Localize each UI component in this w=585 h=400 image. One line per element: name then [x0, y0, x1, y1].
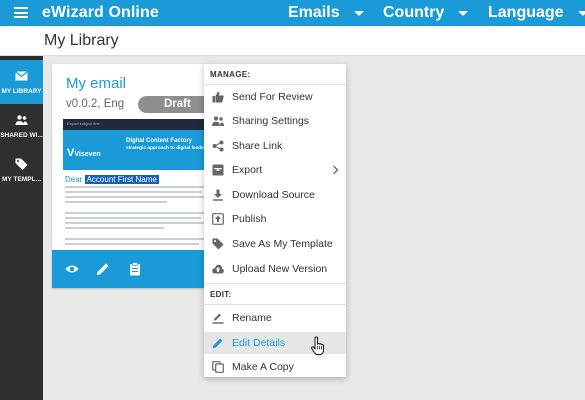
hand-cursor-icon [311, 336, 324, 355]
download-icon [213, 189, 223, 201]
preview-top-strip: Export subject line [63, 119, 213, 130]
menu-item-sharing-settings[interactable]: Sharing Settings [204, 110, 346, 132]
app-title: eWizard Online [42, 4, 159, 21]
language-dropdown-label: Language [488, 4, 564, 21]
menu-item-upload-new-version[interactable]: Upload New Version [204, 258, 346, 280]
divider [204, 84, 346, 85]
preview-placeholder: Account First Name [84, 175, 159, 184]
people-icon [15, 115, 28, 125]
preview-greeting: Dear Account First Name [65, 175, 159, 184]
preview-subject-line: Export subject line [67, 121, 100, 126]
caret-down-icon [353, 10, 364, 16]
edit-section-header: EDIT: [210, 290, 232, 299]
tag-icon [212, 238, 224, 250]
hamburger-menu-icon[interactable] [14, 7, 28, 18]
caret-down-icon [577, 10, 585, 16]
tag-icon [15, 158, 28, 170]
email-name[interactable]: My email [66, 75, 126, 92]
card-actions [52, 250, 220, 288]
page-title: My Library [44, 32, 119, 49]
preview-logo: VViseven [67, 147, 101, 159]
top-bar: eWizard Online Emails Country Language [0, 0, 585, 26]
context-menu: MANAGE: Send For Review Sharing Settings… [204, 64, 346, 377]
country-dropdown[interactable]: Country [383, 4, 469, 22]
menu-item-send-for-review[interactable]: Send For Review [204, 86, 346, 108]
preview-body-text [65, 186, 211, 247]
emails-dropdown[interactable]: Emails [288, 4, 364, 22]
sidebar-item-my-templates[interactable]: MY TEMPL... [0, 148, 43, 192]
pencil-icon[interactable] [96, 262, 110, 276]
thumbs-up-icon [212, 91, 224, 103]
preview-brand: Digital Content Factory [126, 138, 193, 144]
manage-section-header: MANAGE: [210, 70, 251, 79]
share-icon [212, 140, 224, 152]
caret-down-icon [458, 10, 469, 16]
sidebar-item-label: SHARED WI... [0, 132, 43, 139]
menu-item-download-source[interactable]: Download Source [204, 184, 346, 206]
menu-item-make-a-copy[interactable]: Make A Copy [204, 356, 346, 378]
envelope-icon [15, 71, 28, 81]
menu-item-save-as-my-template[interactable]: Save As My Template [204, 233, 346, 255]
sidebar-item-label: MY LIBRARY [1, 88, 42, 95]
divider [204, 304, 346, 305]
rename-icon [212, 313, 224, 324]
email-preview-thumbnail[interactable]: Export subject line VViseven Digital Con… [63, 119, 213, 247]
page-header: My Library [0, 26, 585, 56]
country-dropdown-label: Country [383, 4, 445, 21]
language-dropdown[interactable]: Language [488, 4, 585, 22]
sidebar-item-label: MY TEMPL... [2, 176, 41, 183]
sidebar-item-shared-with-me[interactable]: SHARED WI... [0, 104, 43, 148]
copy-icon [212, 361, 224, 373]
sidebar: MY LIBRARY SHARED WI... MY TEMPL... [0, 56, 43, 400]
menu-item-publish[interactable]: Publish [204, 208, 346, 230]
preview-tagline: strategic approach to digital leaders [126, 146, 209, 151]
sidebar-item-my-library[interactable]: MY LIBRARY [0, 60, 43, 104]
divider [204, 283, 346, 284]
upload-box-icon [212, 213, 224, 225]
pencil-icon [212, 338, 223, 349]
menu-item-export[interactable]: Export [204, 159, 346, 181]
email-card[interactable]: My email v0.0.2, Eng Draft Export subjec… [52, 64, 228, 288]
eye-icon[interactable] [65, 262, 79, 276]
cloud-upload-icon [212, 264, 224, 274]
menu-item-share-link[interactable]: Share Link [204, 135, 346, 157]
emails-dropdown-label: Emails [288, 4, 340, 21]
clipboard-icon[interactable] [128, 262, 142, 276]
chevron-right-icon [333, 165, 339, 175]
archive-icon [212, 164, 224, 176]
menu-item-rename[interactable]: Rename [204, 307, 346, 329]
email-version-language: v0.0.2, Eng [66, 98, 125, 110]
people-icon [212, 116, 224, 126]
preview-banner: VViseven Digital Content Factory strateg… [63, 130, 213, 170]
